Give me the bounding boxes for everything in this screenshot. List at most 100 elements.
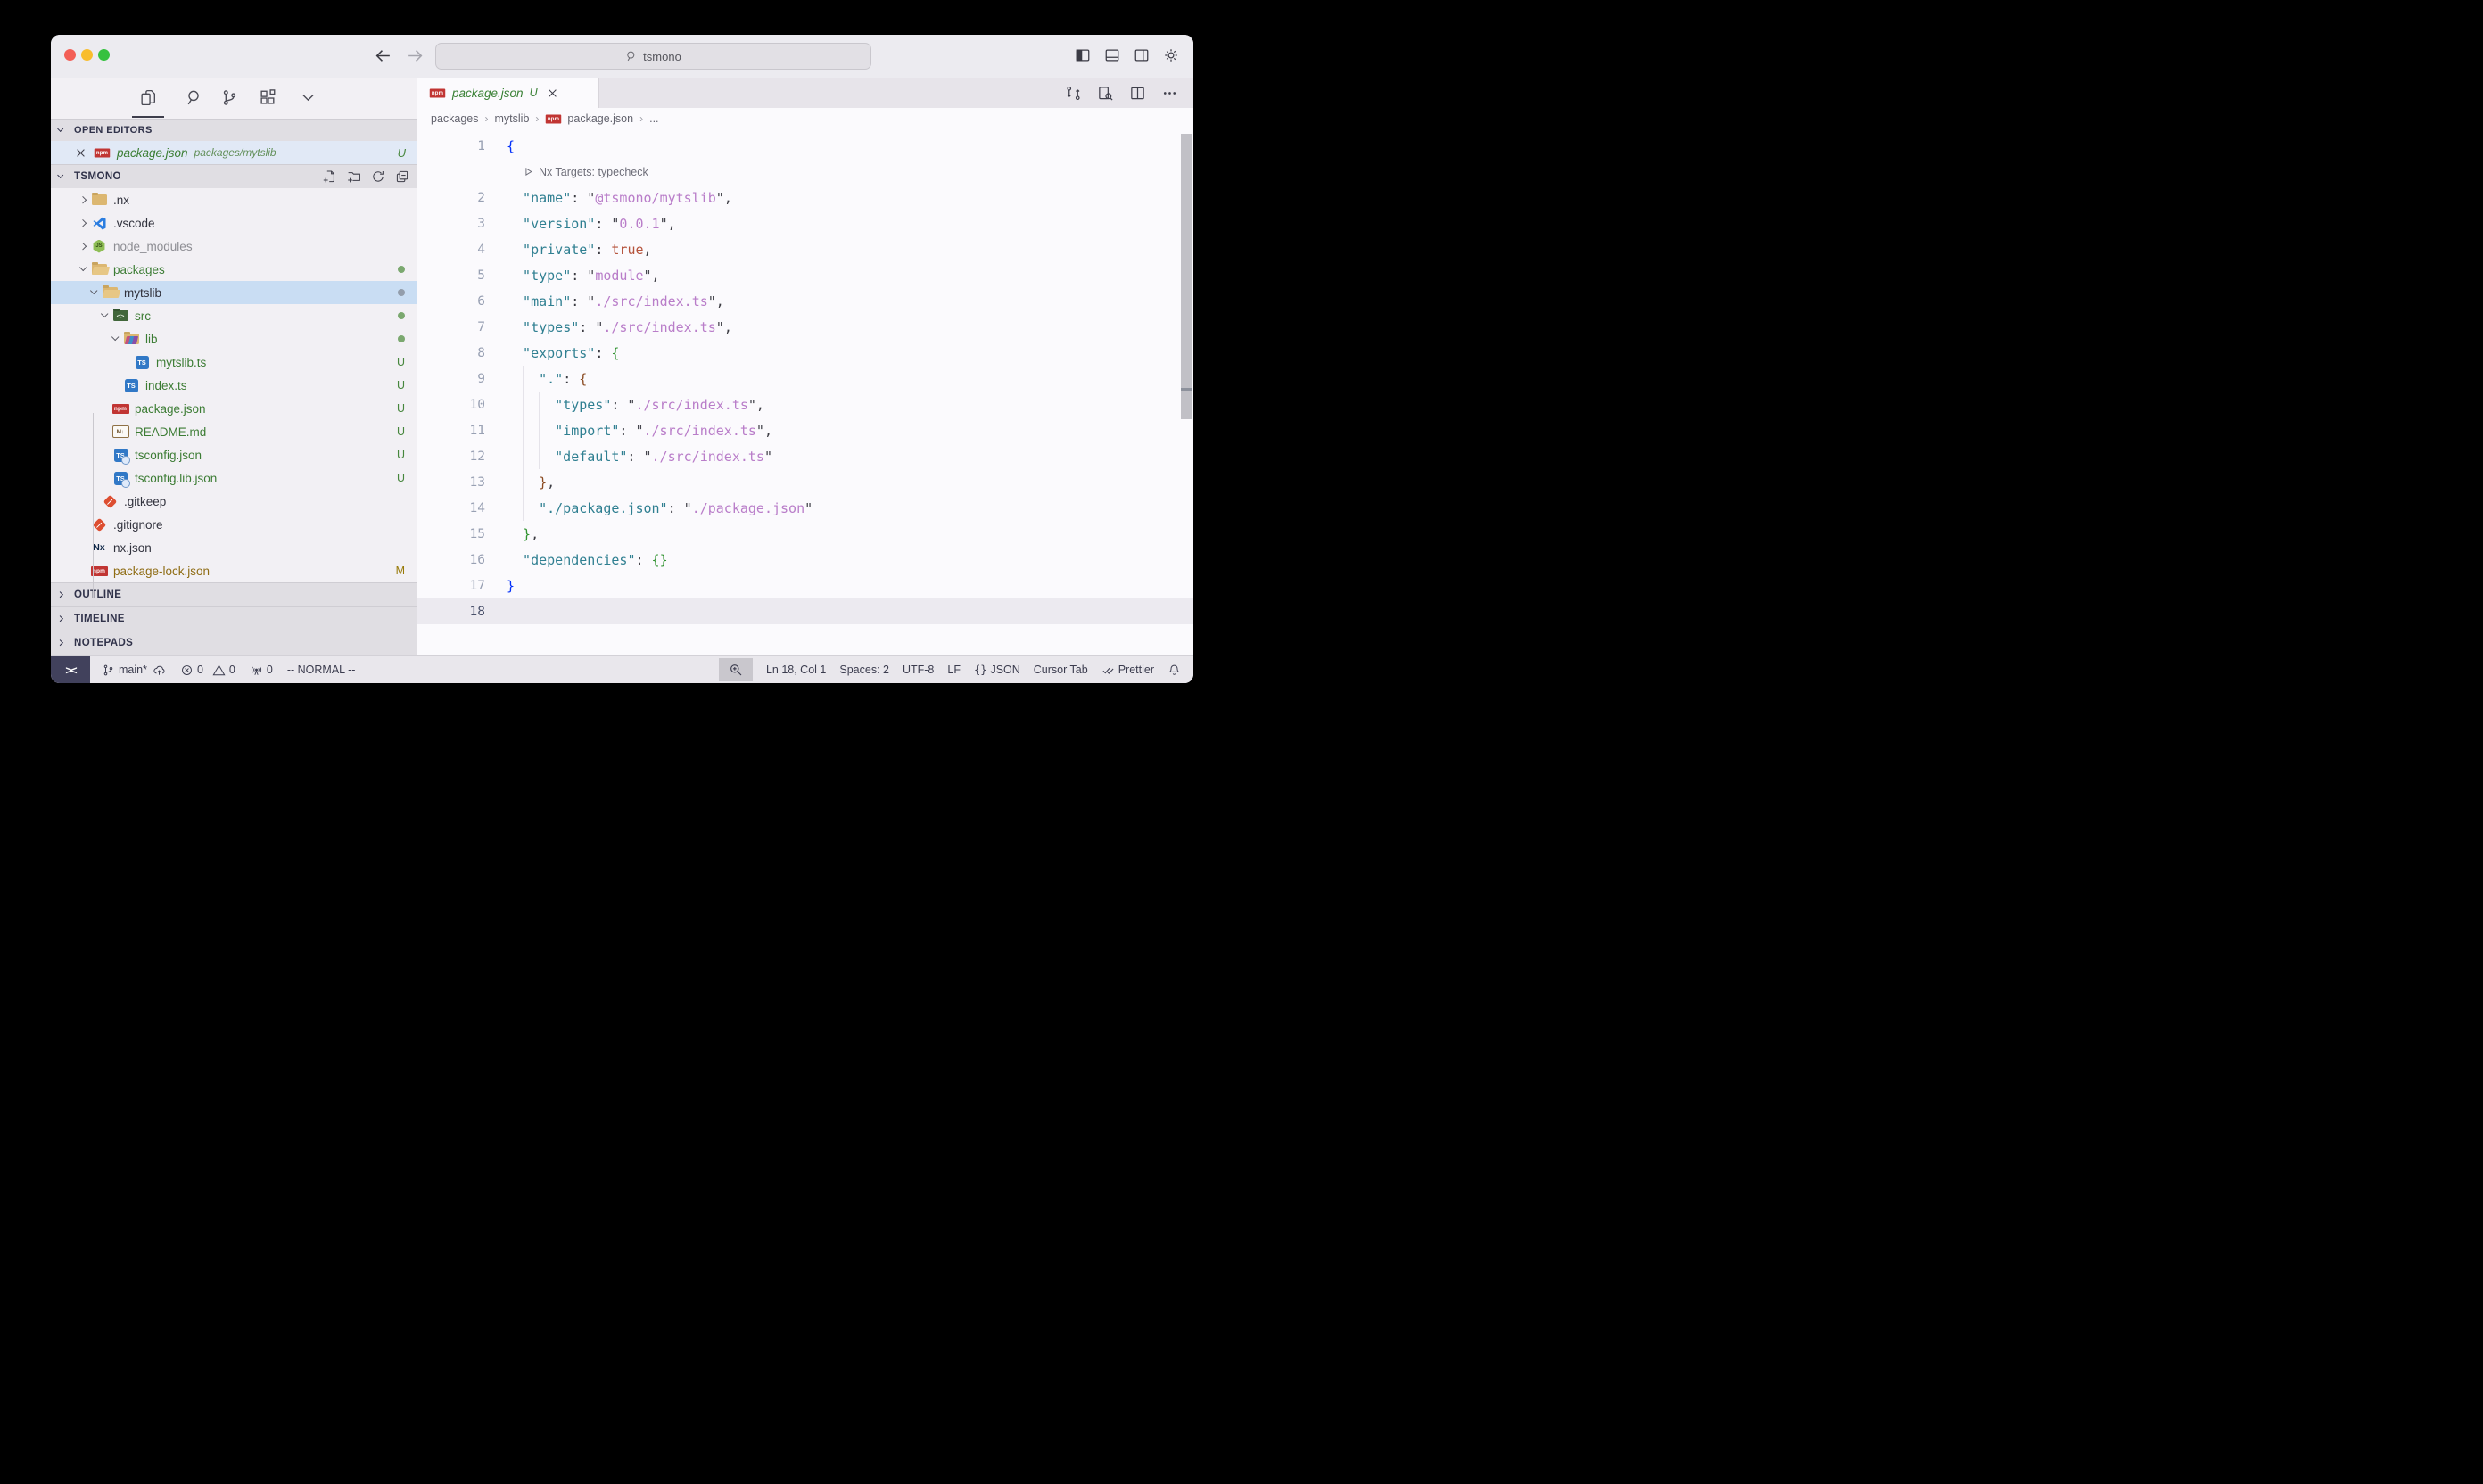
command-center-search[interactable]: tsmono xyxy=(435,43,871,70)
tree-item-.gitkeep[interactable]: .gitkeep xyxy=(51,490,417,513)
statusbar-screencast-zoom[interactable] xyxy=(719,658,753,681)
remote-indicator[interactable]: >< xyxy=(51,656,90,683)
new-folder-icon[interactable] xyxy=(347,169,361,184)
code-line-5[interactable]: 5"type": "module", xyxy=(417,262,1193,288)
code-line-10[interactable]: 10"types": "./src/index.ts", xyxy=(417,392,1193,417)
tree-item-packages[interactable]: packages xyxy=(51,258,417,281)
maximize-window-button[interactable] xyxy=(98,49,110,61)
breadcrumb-item-packages[interactable]: packages xyxy=(431,112,479,125)
tab-package-json[interactable]: package.json U xyxy=(417,78,599,108)
tree-item-package.json[interactable]: package.jsonU xyxy=(51,397,417,420)
navigate-forward-button[interactable] xyxy=(406,46,425,65)
chevron-down-icon xyxy=(58,128,70,131)
tree-item-index.ts[interactable]: index.tsU xyxy=(51,374,417,397)
status-bar: >< main*000-- NORMAL -- Ln 18, Col 1Spac… xyxy=(51,655,1193,683)
split-editor-icon[interactable] xyxy=(1129,85,1146,102)
statusbar-vim-mode[interactable]: -- NORMAL -- xyxy=(287,664,356,676)
new-file-icon[interactable] xyxy=(323,169,337,184)
search-view-icon[interactable] xyxy=(184,88,202,107)
breadcrumb-item-[interactable]: ... xyxy=(649,112,658,125)
more-actions-icon[interactable] xyxy=(1161,85,1178,102)
minimize-window-button[interactable] xyxy=(81,49,93,61)
tree-item-src[interactable]: src xyxy=(51,304,417,327)
tree-item-.vscode[interactable]: .vscode xyxy=(51,211,417,235)
tree-item-mytslib[interactable]: mytslib xyxy=(51,281,417,304)
code-line-8[interactable]: 8"exports": { xyxy=(417,340,1193,366)
code-line-15[interactable]: 15}, xyxy=(417,521,1193,547)
source-control-icon[interactable] xyxy=(220,88,239,107)
statusbar-indentation[interactable]: Spaces: 2 xyxy=(839,664,889,676)
statusbar-encoding[interactable]: UTF-8 xyxy=(903,664,934,676)
open-editors-header[interactable]: OPEN EDITORS xyxy=(51,119,417,141)
code-line-13[interactable]: 13}, xyxy=(417,469,1193,495)
close-tab-icon[interactable] xyxy=(547,87,558,99)
chevron-down-icon[interactable] xyxy=(76,268,90,270)
statusbar-broadcast-count[interactable]: 0 xyxy=(250,664,273,677)
section-header-timeline[interactable]: TIMELINE xyxy=(51,606,417,631)
tree-item-.nx[interactable]: .nx xyxy=(51,188,417,211)
statusbar-git-branch[interactable]: main* xyxy=(102,664,166,677)
open-editor-item[interactable]: package.json packages/mytslib U xyxy=(51,141,417,164)
statusbar-notifications[interactable] xyxy=(1167,664,1181,677)
toggle-primary-sidebar-icon[interactable] xyxy=(1075,47,1091,63)
compare-changes-icon[interactable] xyxy=(1065,85,1082,102)
statusbar-cursor-tab[interactable]: Cursor Tab xyxy=(1034,664,1088,676)
chevron-right-icon[interactable] xyxy=(76,243,90,249)
explorer-icon[interactable] xyxy=(139,88,158,107)
settings-gear-icon[interactable] xyxy=(1163,47,1179,63)
statusbar-eol[interactable]: LF xyxy=(947,664,961,676)
chevron-right-icon[interactable] xyxy=(76,197,90,202)
statusbar-language-mode[interactable]: {}JSON xyxy=(974,664,1020,676)
statusbar-problems[interactable]: 00 xyxy=(180,664,235,677)
chevron-right-icon xyxy=(58,616,70,621)
statusbar-formatter[interactable]: Prettier xyxy=(1101,664,1154,677)
section-header-notepads[interactable]: NOTEPADS xyxy=(51,631,417,655)
vscode-window: tsmono xyxy=(51,35,1193,683)
workspace-header[interactable]: TSMONO xyxy=(51,164,417,188)
code-line-17[interactable]: 17} xyxy=(417,573,1193,598)
collapse-all-icon[interactable] xyxy=(395,169,409,184)
open-preview-icon[interactable] xyxy=(1097,85,1114,102)
code-line-3[interactable]: 3"version": "0.0.1", xyxy=(417,210,1193,236)
chevron-down-icon[interactable] xyxy=(97,314,111,317)
extensions-icon[interactable] xyxy=(259,88,277,107)
chevron-down-icon[interactable] xyxy=(108,337,122,340)
close-window-button[interactable] xyxy=(64,49,76,61)
codelens-nx-targets[interactable]: Nx Targets: typecheck xyxy=(417,159,1193,185)
tree-item-tsconfig.lib.json[interactable]: tsconfig.lib.jsonU xyxy=(51,466,417,490)
tree-item-README.md[interactable]: README.mdU xyxy=(51,420,417,443)
tree-item-package-lock.json[interactable]: package-lock.jsonM xyxy=(51,559,417,582)
section-header-outline[interactable]: OUTLINE xyxy=(51,582,417,606)
tree-item-tsconfig.json[interactable]: tsconfig.jsonU xyxy=(51,443,417,466)
code-line-1[interactable]: 1{ xyxy=(417,133,1193,159)
tree-item-nx.json[interactable]: nx.json xyxy=(51,536,417,559)
breadcrumb-item-mytslib[interactable]: mytslib xyxy=(495,112,530,125)
code-line-9[interactable]: 9".": { xyxy=(417,366,1193,392)
code-line-11[interactable]: 11"import": "./src/index.ts", xyxy=(417,417,1193,443)
tree-item-lib[interactable]: lib xyxy=(51,327,417,350)
toggle-panel-icon[interactable] xyxy=(1104,47,1120,63)
code-line-12[interactable]: 12"default": "./src/index.ts" xyxy=(417,443,1193,469)
toggle-secondary-sidebar-icon[interactable] xyxy=(1134,47,1150,63)
code-line-18[interactable]: 18 xyxy=(417,598,1193,624)
code-line-7[interactable]: 7"types": "./src/index.ts", xyxy=(417,314,1193,340)
code-line-14[interactable]: 14"./package.json": "./package.json" xyxy=(417,495,1193,521)
code-area[interactable]: 1{Nx Targets: typecheck2"name": "@tsmono… xyxy=(417,129,1193,655)
code-line-4[interactable]: 4"private": true, xyxy=(417,236,1193,262)
tree-item-mytslib.ts[interactable]: mytslib.tsU xyxy=(51,350,417,374)
close-editor-icon[interactable] xyxy=(75,147,87,159)
code-line-16[interactable]: 16"dependencies": {} xyxy=(417,547,1193,573)
chevron-down-icon[interactable] xyxy=(87,291,101,293)
tree-item-.gitignore[interactable]: .gitignore xyxy=(51,513,417,536)
statusbar-cursor-position[interactable]: Ln 18, Col 1 xyxy=(766,664,826,676)
refresh-icon[interactable] xyxy=(371,169,385,184)
sidebar: OPEN EDITORS package.json packages/mytsl… xyxy=(51,78,417,655)
more-views-chevron-icon[interactable] xyxy=(299,88,318,107)
code-line-6[interactable]: 6"main": "./src/index.ts", xyxy=(417,288,1193,314)
breadcrumb-item-packagejson[interactable]: package.json xyxy=(545,112,633,125)
tree-item-node_modules[interactable]: node_modules xyxy=(51,235,417,258)
chevron-right-icon[interactable] xyxy=(76,220,90,226)
code-line-2[interactable]: 2"name": "@tsmono/mytslib", xyxy=(417,185,1193,210)
vertical-scrollbar[interactable] xyxy=(1181,134,1192,419)
navigate-back-button[interactable] xyxy=(374,46,392,65)
